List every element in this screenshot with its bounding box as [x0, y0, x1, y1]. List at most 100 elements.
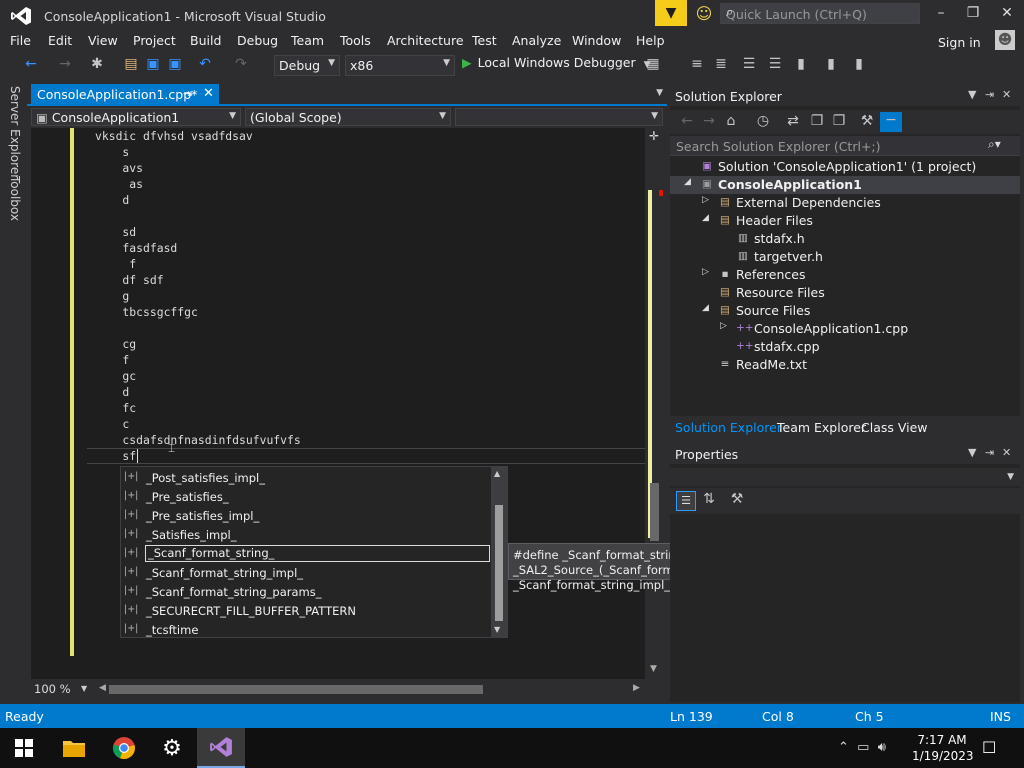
- redo-icon[interactable]: ↷: [232, 56, 250, 72]
- solution-explorer-search-input[interactable]: Search Solution Explorer (Ctrl+;) ⌕▾: [670, 136, 1020, 156]
- save-all-icon[interactable]: ▣: [166, 56, 184, 72]
- comment-icon[interactable]: ≡: [688, 56, 706, 72]
- quick-launch-input[interactable]: Quick Launch (Ctrl+Q) ⌕: [720, 3, 920, 24]
- scroll-right-icon[interactable]: ▶: [633, 683, 640, 693]
- tree-node[interactable]: ▥ targetver.h: [670, 248, 1020, 266]
- menu-help[interactable]: Help: [636, 33, 665, 48]
- scrollbar-thumb[interactable]: [495, 505, 503, 621]
- start-button[interactable]: [0, 728, 48, 768]
- file-explorer-taskbar-button[interactable]: [50, 728, 98, 768]
- pin-icon[interactable]: ⇥: [183, 87, 192, 100]
- tree-node[interactable]: ≡ ReadMe.txt: [670, 356, 1020, 374]
- tree-node[interactable]: ▣ Solution 'ConsoleApplication1' (1 proje…: [670, 158, 1020, 176]
- close-icon[interactable]: ✕: [1002, 88, 1011, 101]
- toolbox-tab[interactable]: Toolbox: [8, 176, 22, 221]
- solution-configuration-select[interactable]: Debug ▼: [274, 55, 340, 76]
- notification-flag-icon[interactable]: ▼: [655, 0, 687, 26]
- expand-arrow-icon[interactable]: ▷: [702, 267, 712, 277]
- alphabetical-icon[interactable]: ⇅: [700, 491, 718, 507]
- pending-changes-filter-icon[interactable]: ◷: [754, 113, 772, 129]
- tree-node[interactable]: ++ stdafx.cpp: [670, 338, 1020, 356]
- outdent-icon[interactable]: ☰: [766, 56, 784, 72]
- tree-node[interactable]: ▷ ++ ConsoleApplication1.cpp: [670, 320, 1020, 338]
- action-center-icon[interactable]: ☐: [982, 738, 996, 757]
- panel-menu-icon[interactable]: ▼: [968, 446, 976, 459]
- visual-studio-taskbar-button[interactable]: [197, 728, 245, 768]
- collapse-arrow-icon[interactable]: ◢: [702, 213, 712, 223]
- save-icon[interactable]: ▣: [144, 56, 162, 72]
- menu-test[interactable]: Test: [472, 33, 497, 48]
- scroll-down-icon[interactable]: ▼: [494, 625, 500, 634]
- find-in-files-icon[interactable]: ▦: [644, 56, 662, 72]
- property-pages-wrench-icon[interactable]: ⚒: [728, 491, 746, 507]
- menu-build[interactable]: Build: [190, 33, 221, 48]
- new-project-icon[interactable]: ✱: [88, 56, 106, 72]
- chrome-taskbar-button[interactable]: [100, 728, 148, 768]
- completion-item[interactable]: |+| _tcsftime: [121, 620, 489, 639]
- close-icon[interactable]: ✕: [1002, 446, 1011, 459]
- editor-vertical-scrollbar[interactable]: ✛ ▼: [645, 128, 665, 679]
- collapse-all-icon[interactable]: ❐: [808, 113, 826, 129]
- tab-consoleapplication1-cpp[interactable]: ConsoleApplication1.cpp* ⇥ ✕: [31, 84, 219, 106]
- scroll-down-icon[interactable]: ▼: [650, 664, 657, 674]
- tree-node[interactable]: ▷ ▪ References: [670, 266, 1020, 284]
- completion-scrollbar[interactable]: ▲ ▼: [491, 467, 507, 637]
- tree-node[interactable]: ▤ Resource Files: [670, 284, 1020, 302]
- server-explorer-tab[interactable]: Server Explorer: [8, 86, 22, 179]
- intellisense-completion-list[interactable]: |+| _Post_satisfies_impl_ |+| _Pre_satisfie…: [120, 466, 508, 638]
- home-icon[interactable]: ⌂: [722, 113, 740, 129]
- member-scope-select[interactable]: (Global Scope) ▼: [245, 108, 451, 126]
- preview-selected-items-icon[interactable]: −: [880, 112, 902, 132]
- menu-edit[interactable]: Edit: [48, 33, 72, 48]
- navigate-forward-icon[interactable]: →: [56, 56, 74, 72]
- completion-item[interactable]: |+| _SECURECRT_FILL_BUFFER_PATTERN: [121, 601, 489, 620]
- bookmark-icon[interactable]: ▮: [792, 56, 810, 72]
- uncomment-icon[interactable]: ≣: [712, 56, 730, 72]
- properties-wrench-icon[interactable]: ⚒: [858, 113, 876, 129]
- tree-node[interactable]: ◢ ▤ Source Files: [670, 302, 1020, 320]
- scroll-left-icon[interactable]: ◀: [99, 683, 106, 693]
- feedback-smiley-icon[interactable]: ☺: [694, 4, 714, 24]
- tab-class-view[interactable]: Class View: [861, 420, 928, 435]
- minimize-button[interactable]: –: [926, 5, 956, 25]
- function-select[interactable]: ▼: [455, 108, 663, 126]
- open-file-icon[interactable]: ▤: [122, 56, 140, 72]
- menu-team[interactable]: Team: [291, 33, 324, 48]
- tree-node[interactable]: ▥ stdafx.h: [670, 230, 1020, 248]
- menu-analyze[interactable]: Analyze: [512, 33, 561, 48]
- forward-icon[interactable]: →: [700, 113, 718, 129]
- collapse-arrow-icon[interactable]: ◢: [684, 177, 694, 187]
- navigate-back-icon[interactable]: ←: [22, 56, 40, 72]
- completion-item[interactable]: |+| _Pre_satisfies_impl_: [121, 506, 489, 525]
- menu-architecture[interactable]: Architecture: [387, 33, 464, 48]
- sign-in-link[interactable]: Sign in: [938, 35, 981, 50]
- menu-project[interactable]: Project: [133, 33, 176, 48]
- account-avatar-icon[interactable]: ☻: [995, 30, 1015, 50]
- close-tab-icon[interactable]: ✕: [203, 86, 214, 101]
- back-icon[interactable]: ←: [678, 113, 696, 129]
- project-scope-select[interactable]: ▣ ConsoleApplication1 ▼: [31, 108, 241, 126]
- menu-debug[interactable]: Debug: [237, 33, 278, 48]
- show-all-files-icon[interactable]: ❐: [830, 113, 848, 129]
- properties-object-select[interactable]: ▼: [670, 468, 1020, 486]
- editor-horizontal-scrollbar[interactable]: [109, 685, 655, 694]
- tab-dropdown-icon[interactable]: ▼: [656, 88, 663, 98]
- panel-menu-icon[interactable]: ▼: [968, 88, 976, 101]
- completion-item[interactable]: |+| _Scanf_format_string_: [121, 544, 490, 563]
- solution-platform-select[interactable]: x86 ▼: [345, 55, 455, 76]
- tab-team-explorer[interactable]: Team Explorer: [777, 420, 866, 435]
- completion-item[interactable]: |+| _Scanf_format_string_impl_: [121, 563, 489, 582]
- menu-view[interactable]: View: [88, 33, 118, 48]
- pin-icon[interactable]: ⇥: [985, 88, 994, 101]
- expand-arrow-icon[interactable]: ▷: [720, 321, 730, 331]
- next-bookmark-icon[interactable]: ▮: [850, 56, 868, 72]
- tree-node[interactable]: ◢ ▤ Header Files: [670, 212, 1020, 230]
- completion-item[interactable]: |+| _Scanf_format_string_params_: [121, 582, 489, 601]
- menu-tools[interactable]: Tools: [340, 33, 371, 48]
- restore-button[interactable]: ❐: [958, 5, 988, 25]
- scrollbar-thumb[interactable]: [109, 685, 483, 694]
- previous-bookmark-icon[interactable]: ▮: [822, 56, 840, 72]
- sync-with-active-document-icon[interactable]: ⇄: [784, 113, 802, 129]
- completion-item[interactable]: |+| _Post_satisfies_impl_: [121, 468, 489, 487]
- undo-icon[interactable]: ↶: [196, 56, 214, 72]
